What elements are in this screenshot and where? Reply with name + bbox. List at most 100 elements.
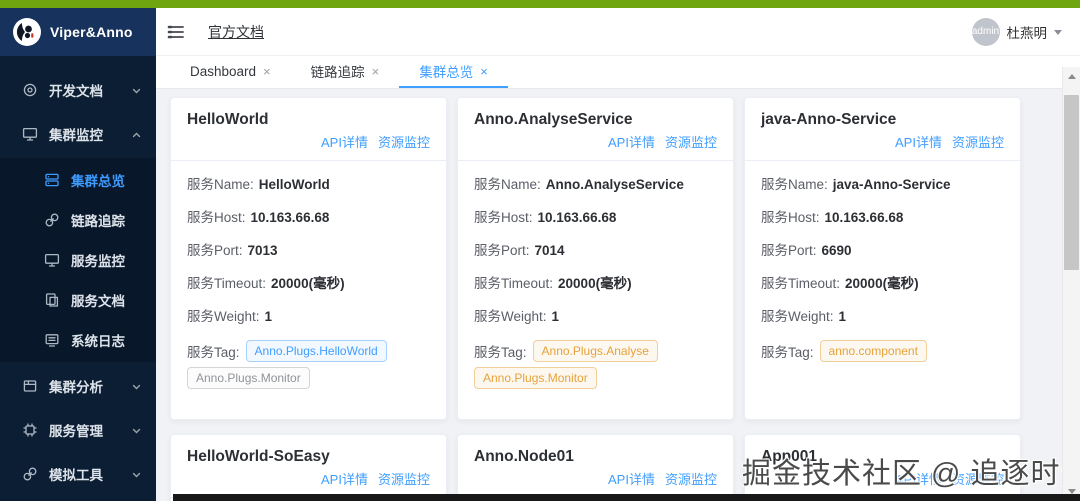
card-row-timeout: 服务Timeout: 20000(毫秒): [187, 274, 430, 294]
cluster-icon: [44, 172, 60, 188]
resource-monitor-link[interactable]: 资源监控: [665, 472, 717, 487]
card-row-label: 服务Port:: [187, 243, 243, 258]
card-row-value: 6690: [821, 243, 852, 258]
card-row-tags: 服务Tag: anno.component: [761, 340, 1004, 367]
sidebar-subitem-1-0[interactable]: 集群总览: [0, 160, 156, 200]
chevron-down-icon: [131, 380, 142, 391]
sidebar-subitem-1-1[interactable]: 链路追踪: [0, 200, 156, 240]
card-row-value: HelloWorld: [258, 177, 330, 192]
card-row-value: 1: [264, 309, 273, 324]
card-links: API详情 资源监控: [474, 132, 717, 152]
tab-0[interactable]: Dashboard ×: [170, 56, 291, 88]
api-detail-link[interactable]: API详情: [608, 472, 655, 487]
scrollbar[interactable]: [1062, 67, 1080, 501]
card-header: App001 API详情 资源监控: [745, 435, 1020, 498]
sidebar-submenu: 集群总览链路追踪服务监控服务文档系统日志: [0, 158, 156, 362]
card-row-label: 服务Tag:: [187, 345, 240, 361]
service-tag: Anno.Plugs.Analyse: [532, 340, 658, 362]
cards-grid: HelloWorld API详情 资源监控 服务Name: HelloWorld 服务Ho…: [156, 89, 1080, 501]
chevron-down-icon: [131, 424, 142, 435]
user-name: 杜燕明: [1006, 25, 1048, 41]
tab-close-icon[interactable]: ×: [480, 64, 488, 79]
content-area: HelloWorld API详情 资源监控 服务Name: HelloWorld 服务Ho…: [156, 89, 1080, 501]
sidebar-subitem-label: 集群总览: [71, 174, 125, 189]
service-card-title: HelloWorld: [187, 111, 269, 128]
api-detail-link[interactable]: API详情: [895, 135, 942, 150]
collapse-menu-icon[interactable]: [166, 22, 186, 42]
resource-monitor-link[interactable]: 资源监控: [378, 472, 430, 487]
card-row-name: 服务Name: Anno.AnalyseService: [474, 175, 717, 195]
sidebar-item-3[interactable]: 服务管理: [0, 410, 156, 450]
service-tag: anno.component: [819, 340, 927, 362]
card-row-value: Anno.AnalyseService: [545, 177, 684, 192]
sidebar-item-label: 集群分析: [49, 380, 103, 395]
sidebar-item-1[interactable]: 集群监控: [0, 114, 156, 154]
card-row-label: 服务Host:: [761, 210, 820, 225]
service-doc-icon: [44, 292, 60, 308]
card-row-value: java-Anno-Service: [832, 177, 951, 192]
aim-icon: [22, 82, 38, 98]
card-header: HelloWorld-SoEasy API详情 资源监控: [171, 435, 446, 498]
tab-1[interactable]: 链路追踪 ×: [291, 56, 400, 88]
tab-label: Dashboard: [190, 63, 257, 79]
card-row-label: 服务Port:: [761, 243, 817, 258]
tab-label: 集群总览: [419, 65, 474, 80]
sidebar-item-0[interactable]: 开发文档: [0, 70, 156, 110]
resource-monitor-link[interactable]: 资源监控: [665, 135, 717, 150]
api-detail-link[interactable]: API详情: [321, 135, 368, 150]
service-tag: Anno.Plugs.Monitor: [187, 367, 310, 389]
service-card-title: HelloWorld-SoEasy: [187, 448, 330, 465]
tab-bar: Dashboard × 链路追踪 × 集群总览 ×: [156, 56, 1063, 89]
scrollbar-thumb[interactable]: [1064, 95, 1079, 270]
brand[interactable]: Viper&Anno: [0, 8, 156, 56]
sidebar-subitem-label: 服务文档: [71, 294, 125, 309]
card-links: API详情 资源监控: [761, 132, 1004, 152]
card-row-value: 7014: [534, 243, 565, 258]
service-card-1: Anno.AnalyseService API详情 资源监控 服务Name: Anno.…: [457, 97, 734, 420]
card-row-tags: 服务Tag: Anno.Plugs.Analyse Anno.Plugs.Monit…: [474, 340, 717, 394]
scrollbar-up-arrow[interactable]: [1063, 69, 1080, 84]
card-row-tags: 服务Tag: Anno.Plugs.HelloWorld Anno.Plugs.Mo…: [187, 340, 430, 394]
card-row-value: 7013: [247, 243, 278, 258]
card-row-timeout: 服务Timeout: 20000(毫秒): [761, 274, 1004, 294]
monitor-icon: [22, 126, 38, 142]
api-detail-link[interactable]: API详情: [608, 135, 655, 150]
sidebar-subitem-1-4[interactable]: 系统日志: [0, 320, 156, 360]
api-detail-link[interactable]: API详情: [321, 472, 368, 487]
breadcrumb-doc-link[interactable]: 官方文档: [208, 22, 264, 42]
card-header: Anno.AnalyseService API详情 资源监控: [458, 98, 733, 161]
card-row-host: 服务Host: 10.163.66.68: [474, 208, 717, 228]
sidebar-subitem-1-3[interactable]: 服务文档: [0, 280, 156, 320]
sidebar-subitem-label: 服务监控: [71, 254, 125, 269]
card-row-label: 服务Port:: [474, 243, 530, 258]
sidebar-subitem-1-2[interactable]: 服务监控: [0, 240, 156, 280]
top-header: 官方文档 admin 杜燕明: [156, 8, 1080, 56]
card-header: HelloWorld API详情 资源监控: [171, 98, 446, 161]
resource-monitor-link[interactable]: 资源监控: [952, 472, 1004, 487]
resource-monitor-link[interactable]: 资源监控: [378, 135, 430, 150]
tab-2[interactable]: 集群总览 ×: [399, 56, 508, 88]
card-header: Anno.Node01 API详情 资源监控: [458, 435, 733, 498]
sidebar-item-label: 开发文档: [49, 84, 103, 99]
sidebar-item-2[interactable]: 集群分析: [0, 366, 156, 406]
sidebar-subitem-label: 系统日志: [71, 334, 125, 349]
tools-link-icon: [22, 466, 38, 482]
resource-monitor-link[interactable]: 资源监控: [952, 135, 1004, 150]
user-menu[interactable]: admin 杜燕明: [971, 17, 1062, 46]
service-card-4: Anno.Node01API详情资源监控服务Name:Anno.Node01服务…: [457, 434, 734, 501]
api-detail-link[interactable]: API详情: [895, 472, 942, 487]
card-row-label: 服务Host:: [187, 210, 246, 225]
sidebar-item-4[interactable]: 模拟工具: [0, 454, 156, 494]
syslog-icon: [44, 332, 60, 348]
card-row-value: 20000(毫秒): [558, 276, 632, 291]
sidebar: Viper&Anno 开发文档 集群监控 集群总览 链路追踪 服务监控 服务文档 系统日志集…: [0, 8, 156, 501]
tab-close-icon[interactable]: ×: [372, 64, 380, 79]
tab-close-icon[interactable]: ×: [263, 64, 271, 79]
sidebar-subitem-label: 链路追踪: [71, 214, 125, 229]
card-row-value: 1: [838, 309, 847, 324]
card-row-port: 服务Port: 7013: [187, 241, 430, 261]
service-card-title: java-Anno-Service: [761, 111, 897, 128]
card-row-value: 10.163.66.68: [537, 210, 617, 225]
chevron-down-icon: [131, 84, 142, 95]
card-body: 服务Name: java-Anno-Service 服务Host: 10.163.66…: [745, 161, 1020, 392]
